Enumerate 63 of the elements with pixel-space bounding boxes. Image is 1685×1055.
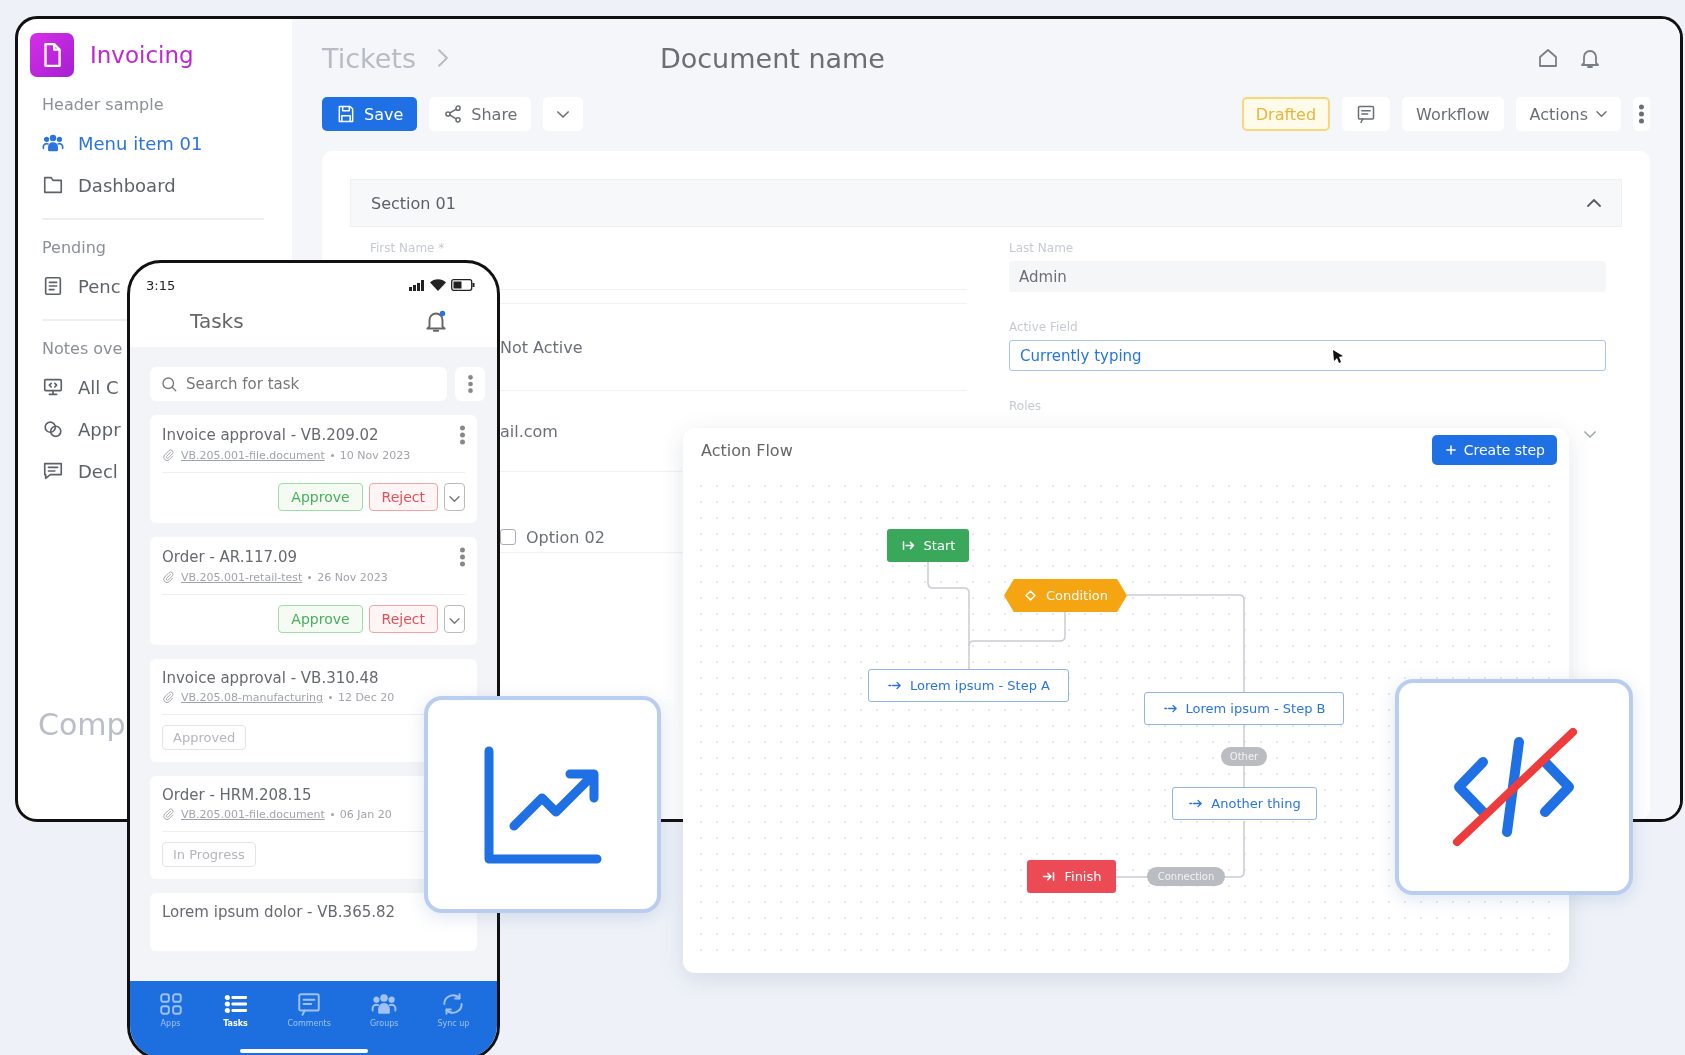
approve-button[interactable]: Approve	[278, 605, 363, 633]
sidebar-item[interactable]: Dashboard	[42, 164, 176, 206]
sidebar-item[interactable]: Appr	[42, 408, 121, 450]
tab-bar-item[interactable]: Apps	[157, 991, 184, 1055]
field-value: ail.com	[500, 421, 559, 441]
task-title: Invoice approval - VB.209.02	[162, 426, 379, 444]
create-step-button[interactable]: Create step	[1431, 435, 1557, 465]
breadcrumb-link[interactable]: Document name	[659, 42, 885, 74]
reject-button[interactable]: Reject	[368, 483, 438, 511]
tab-bar-item[interactable]: Sync up	[437, 991, 470, 1055]
flow-node[interactable]: Another thing	[1172, 787, 1317, 820]
tab-bar-item[interactable]: Groups	[369, 991, 399, 1055]
tab-bar-item[interactable]: Comments	[287, 991, 331, 1055]
reject-button[interactable]: Reject	[368, 605, 438, 633]
sidebar-group-header: Pending	[42, 238, 107, 257]
sidebar-item[interactable]: All C	[42, 366, 119, 408]
task-date: 26 Nov 2023	[317, 571, 388, 584]
file-link[interactable]: VB.205.001-retail-test	[181, 571, 303, 584]
connection-label: Other	[1221, 747, 1267, 766]
section-title: Section 01	[371, 193, 456, 213]
task-title: Invoice approval - VB.310.48	[162, 669, 379, 687]
task-title: Order - AR.117.09	[162, 548, 297, 566]
status-time: 3:15	[146, 277, 176, 293]
flow-node[interactable]: Lorem ipsum - Step B	[1144, 692, 1344, 725]
sidebar-item[interactable]: Penc	[42, 265, 121, 307]
status-tag: In Progress	[162, 842, 256, 867]
sidebar-group-header: Notes ove	[42, 339, 124, 358]
field-label: Active Field	[1009, 320, 1079, 334]
flow-node[interactable]: Lorem ipsum - Step A	[868, 669, 1069, 702]
task-title: Lorem ipsum dolor - VB.365.82	[162, 903, 396, 921]
task-date: 10 Nov 2023	[339, 449, 411, 462]
field-label: Roles	[1009, 399, 1043, 413]
flow-node[interactable]: Start	[887, 529, 969, 562]
sidebar-item[interactable]: Menu item 01	[42, 122, 203, 164]
tab-bar-item[interactable]: Tasks	[222, 991, 249, 1055]
file-link[interactable]: VB.205.001-file.document	[181, 808, 325, 821]
app-name: Invoicing	[90, 42, 194, 68]
task-title: Order - HRM.208.15	[162, 786, 312, 804]
save-button[interactable]: Save	[322, 97, 418, 131]
connection-label: Connection	[1147, 867, 1225, 886]
search-field[interactable]: Search for task	[150, 367, 447, 401]
workflow-button[interactable]: Workflow	[1402, 97, 1504, 131]
section-header[interactable]: Section 01	[350, 179, 1622, 227]
task-date: 06 Jan 20	[339, 808, 392, 821]
flow-node[interactable]: Finish	[1027, 860, 1116, 893]
input-field[interactable]: Admin	[1009, 261, 1606, 292]
field-label: Last Name	[1009, 241, 1075, 255]
task-date: 12 Dec 20	[337, 691, 395, 704]
file-link[interactable]: VB.205.08-manufacturing	[181, 691, 323, 704]
approve-button[interactable]: Approve	[278, 483, 363, 511]
field-label: First Name *	[370, 241, 446, 255]
status-badge: Drafted	[1241, 97, 1331, 131]
field-value: Not Active	[500, 337, 584, 357]
screen-title: Tasks	[190, 309, 244, 333]
share-button[interactable]: Share	[429, 97, 532, 131]
actions-button[interactable]: Actions	[1515, 97, 1621, 131]
status-tag: Approved	[162, 725, 247, 750]
input-field[interactable]: Currently typing	[1009, 340, 1606, 371]
file-link[interactable]: VB.205.001-file.document	[181, 449, 325, 462]
sidebar-group-header: Header sample	[42, 95, 165, 114]
sidebar-item[interactable]: Decl	[42, 450, 118, 492]
panel-title: Action Flow	[701, 440, 793, 460]
sidebar-footer-text: Comp	[38, 707, 126, 742]
